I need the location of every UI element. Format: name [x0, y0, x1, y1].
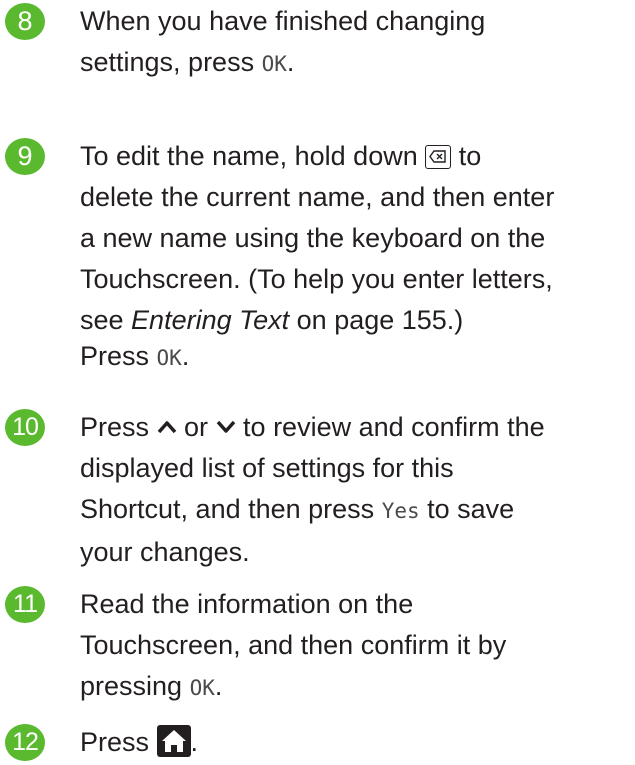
step-line: Touchscreen, and then confirm it by	[80, 630, 507, 660]
text-span: see	[80, 305, 132, 335]
home-icon	[156, 725, 191, 757]
ok-button-label: OK	[261, 52, 287, 76]
step-text: Press .	[80, 722, 635, 763]
step-number-badge: 11	[5, 586, 45, 623]
step-line: delete the current name, and then enter	[80, 182, 555, 212]
text-span: To edit the name, hold down	[80, 141, 426, 171]
text-span: Press	[80, 412, 157, 442]
step-line: Press or to review and confirm the	[80, 407, 635, 448]
step-line: Press OK.	[80, 341, 635, 373]
text-span: to	[451, 141, 482, 171]
step-line: To edit the name, hold down to	[80, 136, 635, 177]
step-number-badge: 9	[5, 138, 45, 175]
text-span: to review and confirm the	[235, 412, 545, 442]
step-line: a new name using the keyboard on the	[80, 223, 546, 253]
step-line: pressing OK.	[80, 666, 635, 709]
text-span: to save	[419, 494, 515, 524]
step-number-badge: 10	[5, 409, 45, 446]
step-line: see Entering Text on page 155.)	[80, 300, 635, 341]
text-span: Press	[80, 341, 157, 371]
text-span: .	[286, 47, 295, 77]
text-span: pressing	[80, 671, 190, 701]
down-arrow-icon	[216, 420, 235, 433]
step-line: settings, press OK.	[80, 42, 635, 85]
cross-reference: Entering Text	[131, 305, 290, 335]
backspace-key-icon	[425, 145, 452, 169]
step-text: To edit the name, hold down to delete th…	[80, 136, 635, 373]
text-span: .	[214, 671, 223, 701]
step-text: Press or to review and confirm the displ…	[80, 407, 635, 573]
text-span: .	[181, 341, 190, 371]
step-line: your changes.	[80, 537, 250, 567]
step-line: Press .	[80, 722, 635, 763]
yes-button-label: Yes	[381, 499, 420, 523]
text-span: Press	[80, 727, 157, 757]
step-line: When you have finished changing	[80, 6, 486, 36]
up-arrow-icon	[157, 421, 176, 434]
text-span: or	[176, 412, 216, 442]
text-span: on page 155.)	[289, 305, 464, 335]
step-text: Read the information on the Touchscreen,…	[80, 584, 635, 709]
step-line: displayed list of settings for this	[80, 453, 454, 483]
step-line: Read the information on the	[80, 589, 414, 619]
ok-button-label: OK	[156, 346, 182, 370]
step-number-badge: 12	[5, 724, 45, 761]
step-line: Shortcut, and then press Yes to save	[80, 489, 635, 532]
text-span: settings, press	[80, 47, 262, 77]
step-text: When you have finished changing settings…	[80, 1, 635, 85]
step-number-badge: 8	[5, 3, 45, 40]
ok-button-label: OK	[189, 676, 215, 700]
step-line: Touchscreen. (To help you enter letters,	[80, 264, 553, 294]
text-span: Shortcut, and then press	[80, 494, 382, 524]
text-span: .	[190, 727, 199, 757]
